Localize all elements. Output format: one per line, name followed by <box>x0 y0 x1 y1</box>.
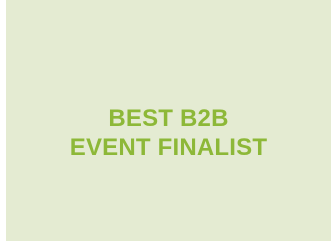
award-title-line-1: BEST B2B <box>108 105 229 132</box>
award-card: BEST B2B EVENT FINALIST <box>6 0 331 241</box>
award-title: BEST B2B EVENT FINALIST <box>70 104 267 162</box>
award-title-line-2: EVENT FINALIST <box>69 134 268 161</box>
